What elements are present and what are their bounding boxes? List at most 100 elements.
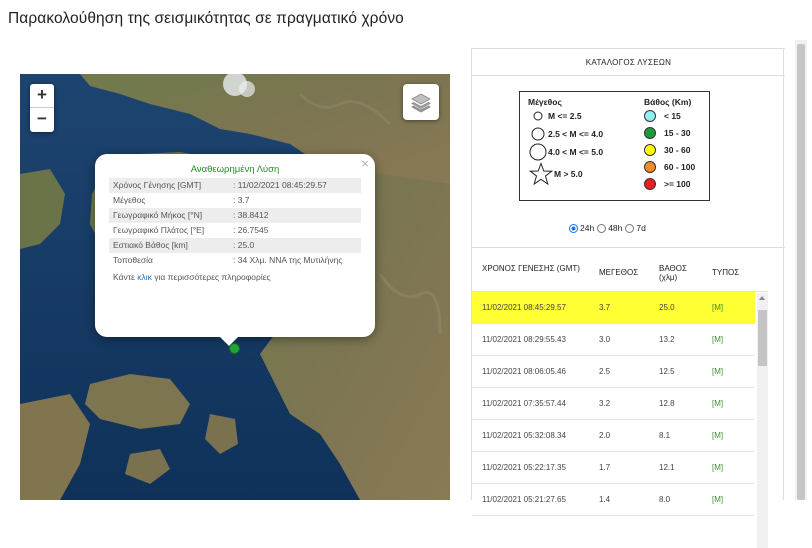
magnitude-legend-item: M > 5.0	[528, 161, 603, 187]
popup-value: : 34 Χλμ. ΝΝΑ της Μυτιλήνης	[233, 255, 343, 265]
cell-depth: 8.1	[659, 431, 671, 440]
cell-depth: 12.5	[659, 367, 675, 376]
popup-details: Χρόνος Γένησης [GMT] : 11/02/2021 08:45:…	[109, 178, 361, 268]
range-label: 24h	[580, 223, 595, 233]
depth-color-swatch	[644, 177, 656, 190]
popup-footer-text: Κάντε	[113, 272, 138, 282]
popup-close-button[interactable]: ×	[361, 156, 369, 171]
cell-depth: 12.8	[659, 399, 675, 408]
cell-time: 11/02/2021 05:22:17.35	[482, 463, 566, 472]
time-range-selector: 24h 48h 7d	[569, 223, 649, 233]
earthquake-marker[interactable]	[229, 343, 240, 354]
table-row[interactable]: 11/02/2021 08:06:05.46 2.5 12.5 [M]	[472, 356, 755, 388]
popup-key: Εστιακό Βάθος [km]	[113, 240, 188, 250]
page-title: Παρακολούθηση της σεισμικότητας σε πραγμ…	[8, 10, 404, 27]
table-scrollbar[interactable]	[757, 293, 768, 548]
scroll-up-arrow-icon[interactable]	[759, 296, 765, 300]
range-option-7d[interactable]: 7d	[625, 223, 646, 233]
popup-row: Μέγεθος : 3.7	[109, 193, 361, 208]
cell-type: [M]	[712, 303, 724, 312]
more-info-link[interactable]: κλικ	[137, 272, 152, 282]
popup-row: Εστιακό Βάθος [km] : 25.0	[109, 238, 361, 253]
popup-footer-text: για περισσότερες πληροφορίες	[151, 272, 271, 282]
page-scrollbar-thumb[interactable]	[797, 44, 805, 500]
layers-button[interactable]	[403, 84, 439, 120]
panel-title: ΚΑΤΑΛΟΓΟΣ ΛΥΣΕΩΝ	[472, 48, 785, 76]
depth-legend-item: 15 - 30	[644, 124, 695, 141]
popup-row: Χρόνος Γένησης [GMT] : 11/02/2021 08:45:…	[109, 178, 361, 193]
legend: Μέγεθος M <= 2.5 2.5 < M <= 4.0 4.0 < M …	[519, 91, 710, 201]
scrollbar-thumb[interactable]	[758, 310, 767, 366]
header-type[interactable]: ΤΥΠΟΣ	[712, 268, 739, 277]
popup-key: Χρόνος Γένησης [GMT]	[113, 180, 202, 190]
table-row[interactable]: 11/02/2021 08:45:29.57 3.7 25.0 [M]	[472, 292, 755, 324]
depth-legend-label: 60 - 100	[664, 161, 696, 172]
radio-button[interactable]	[569, 223, 578, 233]
depth-legend-item: 30 - 60	[644, 141, 695, 158]
cell-type: [M]	[712, 367, 724, 376]
solutions-panel: ΚΑΤΑΛΟΓΟΣ ΛΥΣΕΩΝ Μέγεθος M <= 2.5 2.5 < …	[471, 48, 785, 548]
magnitude-legend-item: M <= 2.5	[528, 107, 603, 125]
range-label: 7d	[636, 223, 646, 233]
seismic-map[interactable]: + − × Αναθεωρημένη Λύση Χρόνος Γένησης […	[20, 74, 450, 500]
popup-row: Τοποθεσία : 34 Χλμ. ΝΝΑ της Μυτιλήνης	[109, 253, 361, 268]
cell-magnitude: 2.5	[599, 367, 611, 376]
radio-button[interactable]	[597, 223, 607, 233]
cell-depth: 25.0	[659, 303, 675, 312]
cell-time: 11/02/2021 07:35:57.44	[482, 399, 566, 408]
cell-magnitude: 3.2	[599, 399, 611, 408]
depth-legend-item: < 15	[644, 107, 695, 124]
range-option-24h[interactable]: 24h	[569, 223, 594, 233]
depth-color-swatch	[644, 143, 656, 156]
radio-button[interactable]	[625, 223, 635, 233]
popup-key: Γεωγραφικό Πλάτος [°E]	[113, 225, 205, 235]
header-time[interactable]: ΧΡΟΝΟΣ ΓΕΝΕΣΗΣ (GMT)	[482, 264, 587, 273]
table-row[interactable]: 11/02/2021 05:32:08.34 2.0 8.1 [M]	[472, 420, 755, 452]
depth-legend-label: 30 - 60	[664, 144, 691, 155]
cell-depth: 13.2	[659, 335, 675, 344]
magnitude-legend-title: Μέγεθος	[528, 97, 562, 107]
popup-row: Γεωγραφικό Πλάτος [°E] : 26.7545	[109, 223, 361, 238]
header-depth[interactable]: ΒΑΘΟΣ (χλμ)	[659, 264, 699, 282]
depth-legend-label: 15 - 30	[664, 127, 691, 138]
depth-legend-item: >= 100	[644, 175, 695, 192]
cell-magnitude: 2.0	[599, 431, 611, 440]
range-label: 48h	[608, 223, 623, 233]
cell-time: 11/02/2021 08:06:05.46	[482, 367, 566, 376]
range-option-48h[interactable]: 48h	[597, 223, 622, 233]
popup-value: : 26.7545	[233, 225, 269, 235]
table-row[interactable]: 11/02/2021 05:21:27.65 1.4 8.0 [M]	[472, 484, 755, 516]
zoom-in-button[interactable]: +	[30, 84, 54, 108]
depth-color-swatch	[644, 126, 656, 139]
medium-circle-icon	[531, 127, 545, 141]
magnitude-legend: Μέγεθος M <= 2.5 2.5 < M <= 4.0 4.0 < M …	[528, 97, 603, 187]
popup-key: Γεωγραφικό Μήκος [°N]	[113, 210, 203, 220]
cell-type: [M]	[712, 399, 724, 408]
depth-legend-label: < 15	[664, 110, 681, 121]
star-icon	[529, 162, 553, 186]
depth-legend-label: >= 100	[664, 178, 691, 189]
header-magnitude[interactable]: ΜΕΓΕΘΟΣ	[599, 268, 638, 277]
table-row[interactable]: 11/02/2021 05:22:17.35 1.7 12.1 [M]	[472, 452, 755, 484]
page-scrollbar[interactable]	[795, 40, 807, 500]
depth-legend-item: 60 - 100	[644, 158, 695, 175]
popup-key: Τοποθεσία	[113, 255, 153, 265]
popup-value: : 38.8412	[233, 210, 269, 220]
cell-magnitude: 1.7	[599, 463, 611, 472]
table-row[interactable]: 11/02/2021 07:35:57.44 3.2 12.8 [M]	[472, 388, 755, 420]
small-circle-icon	[533, 111, 543, 121]
cell-magnitude: 3.7	[599, 303, 611, 312]
cell-time: 11/02/2021 08:45:29.57	[482, 303, 566, 312]
cell-type: [M]	[712, 335, 724, 344]
large-circle-icon	[529, 143, 547, 161]
zoom-out-button[interactable]: −	[30, 108, 54, 132]
magnitude-legend-label: M <= 2.5	[548, 111, 582, 121]
cell-time: 11/02/2021 05:32:08.34	[482, 431, 566, 440]
table-row[interactable]: 11/02/2021 08:29:55.43 3.0 13.2 [M]	[472, 324, 755, 356]
popup-footer: Κάντε κλικ για περισσότερες πληροφορίες	[109, 272, 361, 282]
magnitude-legend-item: 4.0 < M <= 5.0	[528, 143, 603, 161]
popup-value: : 25.0	[233, 240, 255, 250]
table-header: ΧΡΟΝΟΣ ΓΕΝΕΣΗΣ (GMT) ΜΕΓΕΘΟΣ ΒΑΘΟΣ (χλμ)…	[472, 258, 768, 292]
popup-heading: Αναθεωρημένη Λύση	[190, 164, 280, 175]
popup-key: Μέγεθος	[113, 195, 146, 205]
